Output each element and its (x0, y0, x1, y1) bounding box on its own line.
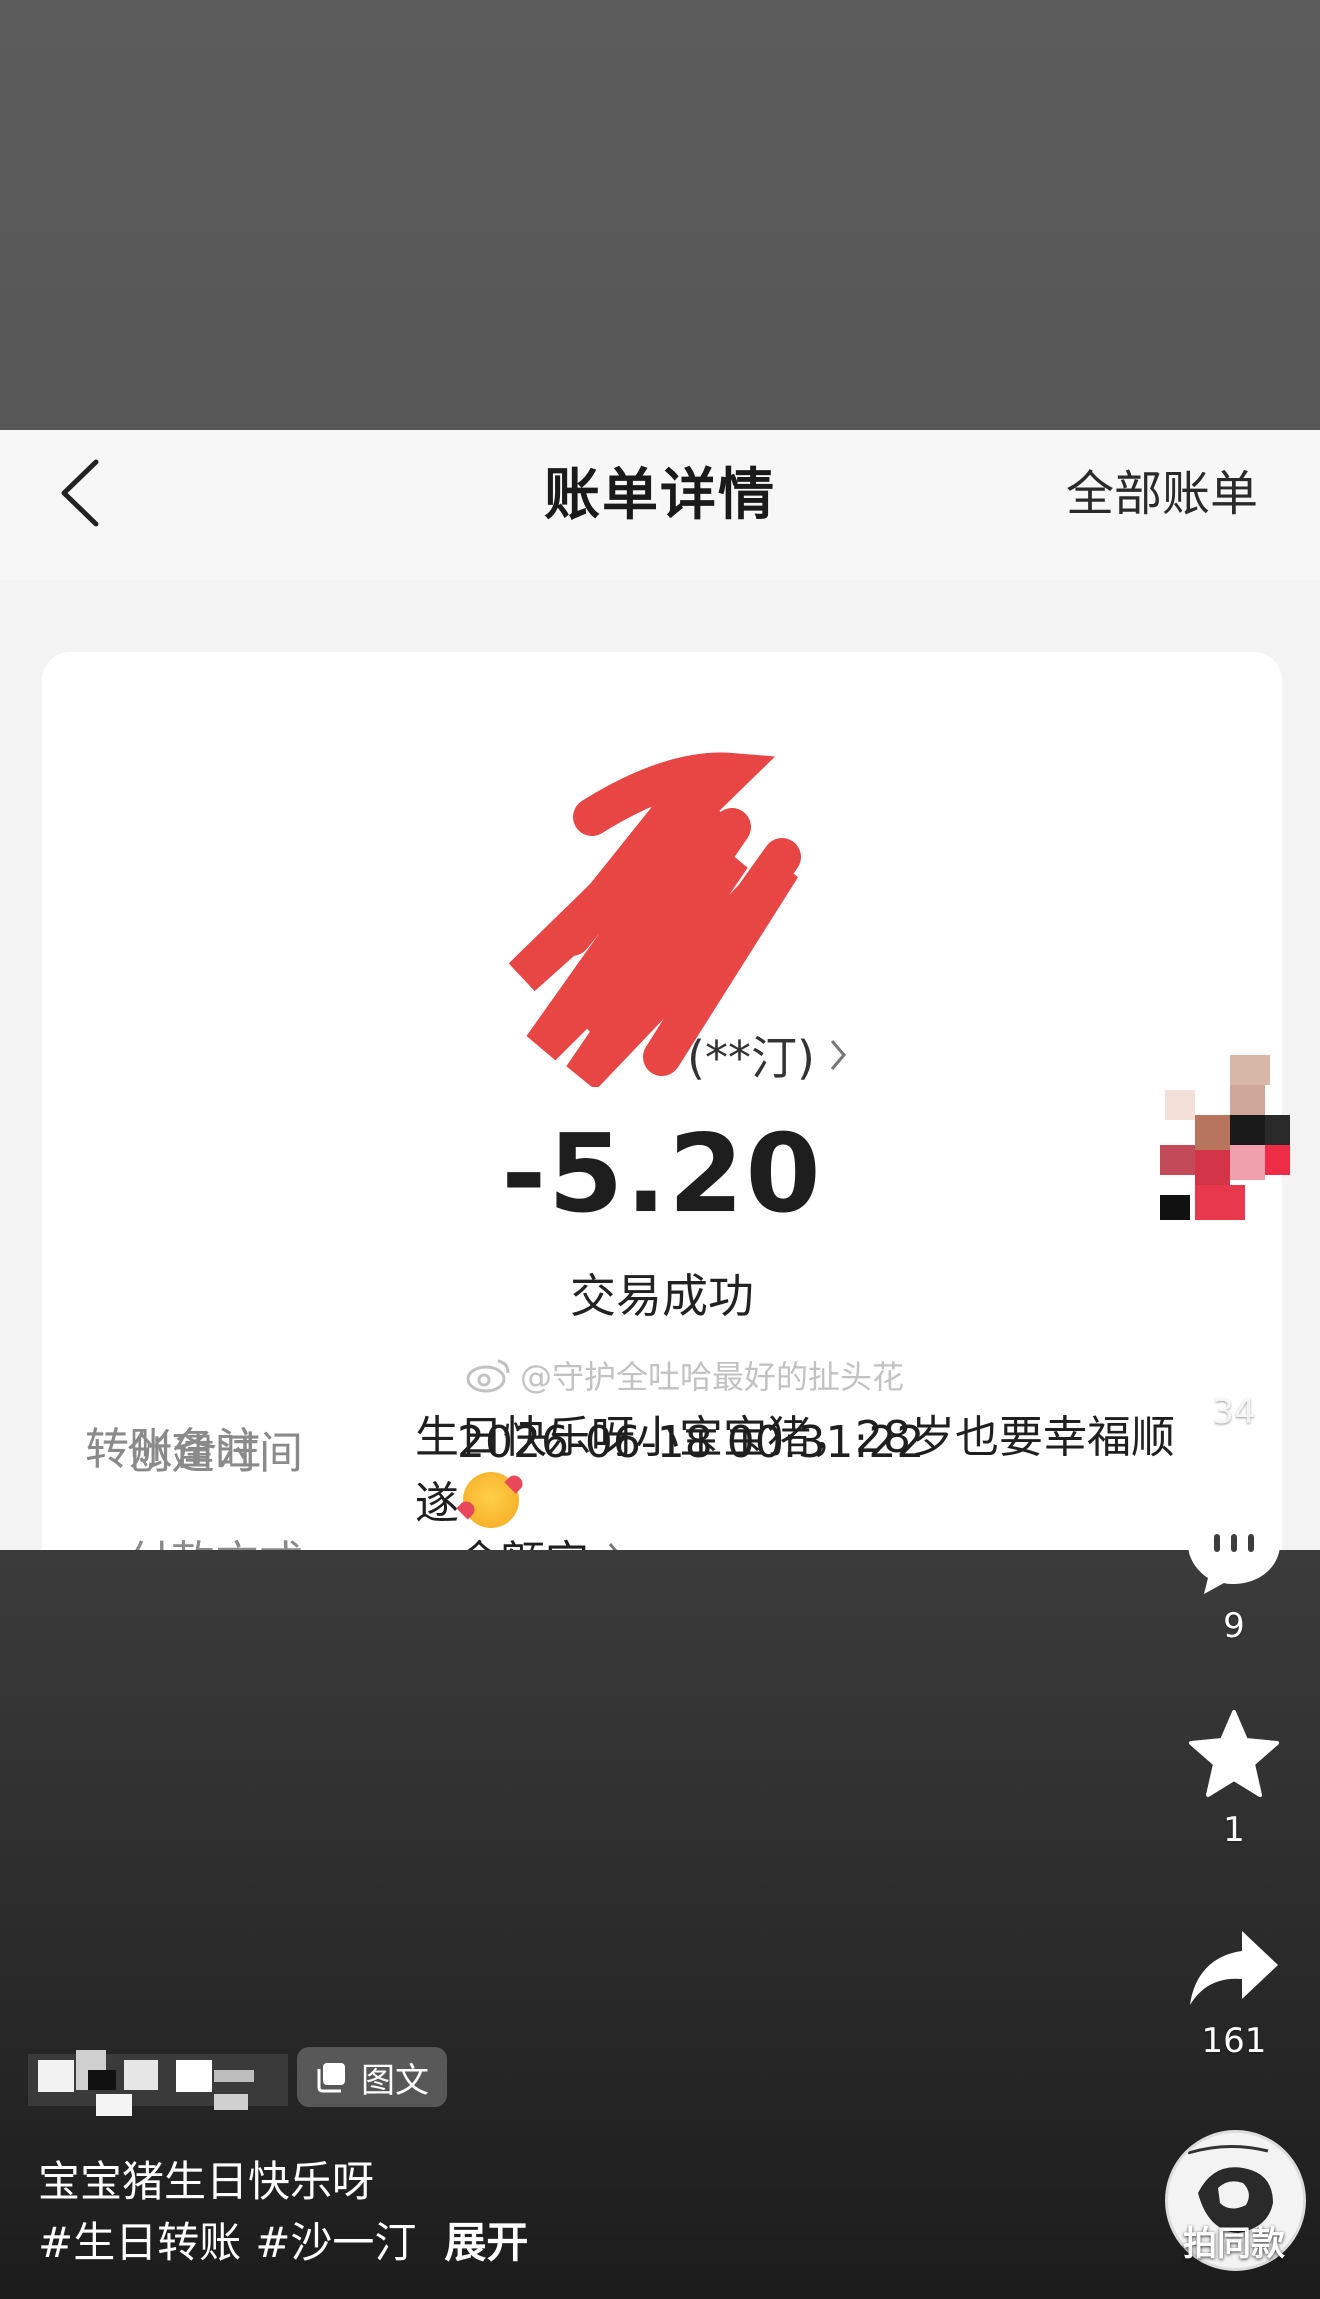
comment-button[interactable]: 9 (1164, 1500, 1304, 1646)
like-button[interactable]: 34 (1164, 1290, 1304, 1432)
heart-icon (1186, 1292, 1282, 1378)
payment-method-label: 付款方式 (127, 1526, 303, 1550)
expand-button[interactable]: 展开 (444, 2218, 528, 2267)
back-button[interactable] (50, 448, 110, 538)
post-type-badge: 图文 (297, 2047, 447, 2107)
chevron-right-icon (830, 1040, 846, 1070)
post-type-text: 图文 (361, 2060, 429, 2101)
share-button[interactable]: 161 (1164, 1925, 1304, 2061)
watermark: @守护全吐哈最好的扯头花 (466, 1352, 904, 1398)
chevron-right-icon (608, 1543, 618, 1550)
comment-count: 9 (1223, 1606, 1245, 1646)
memo-value: 生日快乐呀小宝宝猪，28岁也要幸福顺遂 (415, 1405, 1215, 1537)
favorite-button[interactable]: 1 (1164, 1708, 1304, 1850)
post-tags: #生日转账 #沙一汀 展开 (38, 2209, 528, 2270)
hashtag[interactable]: #沙一汀 (255, 2218, 416, 2267)
post-caption: 宝宝猪生日快乐呀 (38, 2157, 375, 2206)
payee-name: (**汀) (687, 1031, 815, 1085)
favorite-count: 1 (1223, 1810, 1245, 1850)
like-count: 34 (1212, 1392, 1256, 1432)
memo-text: 生日快乐呀小宝宝猪，28岁也要幸福顺遂 (415, 1412, 1175, 1529)
author-avatar[interactable] (1155, 1055, 1295, 1235)
back-arrow-icon (61, 459, 99, 527)
star-icon (1189, 1710, 1279, 1797)
share-count: 161 (1201, 2021, 1267, 2061)
post-viewer: 账单详情 全部账单 (**汀) -5.20 交易成功 @守护全吐哈最好的扯头花 … (0, 0, 1320, 2299)
status-text: 交易成功 (570, 1269, 754, 1323)
make-same-button[interactable]: 拍同款 (1160, 2216, 1308, 2265)
weibo-icon (466, 1359, 510, 1393)
all-bills-link[interactable]: 全部账单 (1066, 454, 1258, 524)
watermark-text: @守护全吐哈最好的扯头花 (520, 1358, 905, 1396)
payee-link[interactable]: (**汀) (687, 1022, 847, 1088)
amount: -5.20 (501, 1112, 823, 1237)
bill-screenshot: 账单详情 全部账单 (**汀) -5.20 交易成功 @守护全吐哈最好的扯头花 … (0, 430, 1320, 1550)
gallery-icon (317, 2063, 345, 2093)
hashtag[interactable]: #生日转账 (38, 2218, 241, 2267)
bill-header: 账单详情 全部账单 (0, 430, 1320, 580)
share-icon (1190, 1931, 1278, 2005)
author-name-redacted (28, 2050, 288, 2116)
comment-icon (1188, 1504, 1280, 1594)
memo-label: 转账备注 (85, 1424, 261, 1475)
smiling-hearts-emoji-icon (463, 1472, 519, 1528)
